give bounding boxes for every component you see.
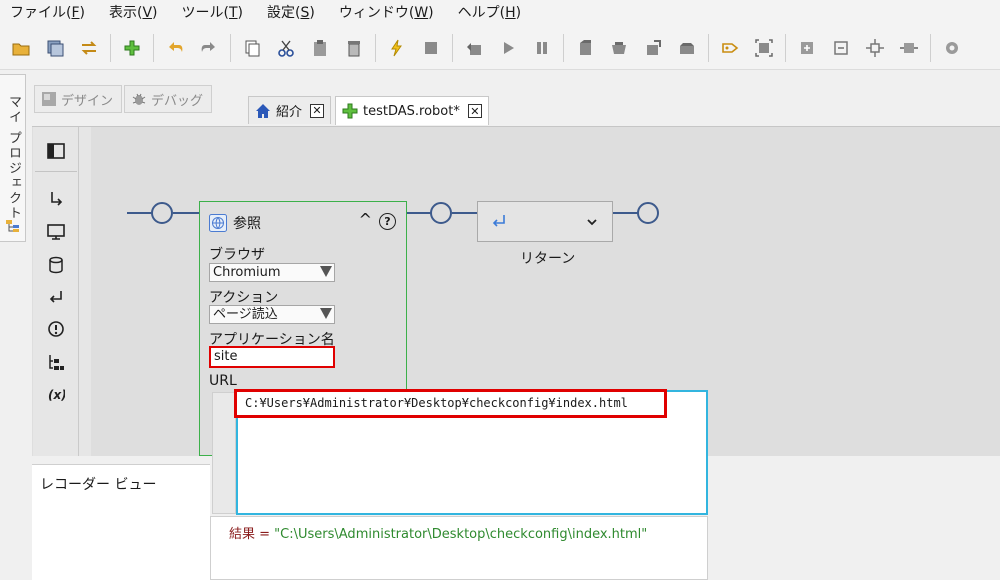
- svg-text:(x): (x): [48, 388, 65, 402]
- menu-tools[interactable]: ツール(T): [170, 0, 256, 26]
- return-step-box[interactable]: [477, 201, 613, 242]
- step-d-icon[interactable]: [672, 33, 702, 63]
- tab-debug[interactable]: デバッグ: [124, 85, 213, 113]
- delete-icon[interactable]: [339, 33, 369, 63]
- result-label: 結果 =: [229, 527, 275, 542]
- database-icon[interactable]: [43, 253, 69, 277]
- close-icon[interactable]: ✕: [467, 104, 482, 118]
- menu-settings[interactable]: 設定(S): [255, 0, 327, 26]
- flow-connector: [173, 212, 200, 214]
- return-step-label: リターン: [520, 251, 576, 267]
- flow-connector: [452, 212, 478, 214]
- stop-icon[interactable]: [416, 33, 446, 63]
- step-into-icon[interactable]: [43, 187, 69, 211]
- redo-icon[interactable]: [194, 33, 224, 63]
- help-icon[interactable]: ?: [379, 213, 396, 230]
- step-title: 参照: [233, 216, 261, 232]
- flow-start-node[interactable]: [151, 202, 173, 224]
- tab-robot[interactable]: testDAS.robot* ✕: [335, 96, 489, 125]
- bug-icon: [132, 93, 146, 105]
- action-select[interactable]: ページ読込: [209, 305, 335, 324]
- result-text: 結果 = "C:\Users\Administrator\Desktop\che…: [229, 523, 647, 542]
- cut-icon[interactable]: [271, 33, 301, 63]
- step-header: 参照: [209, 213, 261, 233]
- undo-icon[interactable]: [160, 33, 190, 63]
- add-node-icon[interactable]: [792, 33, 822, 63]
- project-tree-icon: [6, 220, 19, 232]
- recorder-view-tab[interactable]: レコーダー ビュー: [40, 474, 156, 494]
- my-project-tab[interactable]: マイ プロジェクト: [0, 74, 26, 242]
- tab-design[interactable]: デザイン: [34, 85, 123, 113]
- close-icon[interactable]: ✕: [310, 103, 325, 118]
- flow-connector: [406, 212, 432, 214]
- settings-icon[interactable]: [937, 33, 967, 63]
- panel-toggle-icon[interactable]: [43, 139, 69, 163]
- result-value: "C:\Users\Administrator\Desktop\checkcon…: [274, 527, 648, 542]
- dropdown-arrow-icon: [320, 266, 332, 277]
- play-icon[interactable]: [493, 33, 523, 63]
- step-c-icon[interactable]: [638, 33, 668, 63]
- action-select-value: ページ読込: [213, 307, 278, 322]
- flow-connector: [127, 212, 153, 214]
- frame-icon[interactable]: [749, 33, 779, 63]
- dropdown-arrow-icon: [320, 308, 332, 319]
- step-b-icon[interactable]: [604, 33, 634, 63]
- tab-design-label: デザイン: [61, 93, 114, 109]
- error-icon[interactable]: [43, 317, 69, 341]
- home-icon: [256, 103, 270, 118]
- robot-icon: [342, 103, 358, 119]
- remove-node-icon[interactable]: [826, 33, 856, 63]
- toolbar: [0, 26, 1000, 70]
- action-label: アクション: [209, 290, 279, 306]
- return-icon: [492, 215, 505, 227]
- globe-icon: [209, 214, 227, 232]
- fit-icon[interactable]: [894, 33, 924, 63]
- step-palette: (x): [33, 127, 79, 456]
- url-editor-gutter: [212, 392, 236, 514]
- browser-select-value: Chromium: [213, 265, 281, 280]
- menu-window[interactable]: ウィンドウ(W): [327, 0, 446, 26]
- browser-label: ブラウザ: [209, 247, 265, 263]
- chevron-up-icon[interactable]: ^: [359, 210, 372, 229]
- pause-icon[interactable]: [527, 33, 557, 63]
- menu-help[interactable]: ヘルプ(H): [446, 0, 533, 26]
- monitor-icon[interactable]: [43, 220, 69, 244]
- url-label: URL: [209, 373, 237, 389]
- my-project-tab-label: マイ プロジェクト: [6, 95, 21, 222]
- editor-tabs: 紹介 ✕ testDAS.robot* ✕: [248, 96, 493, 125]
- return-icon[interactable]: [43, 285, 69, 309]
- tab-robot-label: testDAS.robot*: [363, 103, 460, 119]
- step-a-icon[interactable]: [570, 33, 600, 63]
- flow-end-node[interactable]: [637, 202, 659, 224]
- menu-bar: ファイル(F) 表示(V) ツール(T) 設定(S) ウィンドウ(W) ヘルプ(…: [0, 0, 1000, 26]
- open-folder-icon[interactable]: [6, 33, 36, 63]
- tree-icon[interactable]: [43, 350, 69, 374]
- design-icon: [42, 92, 56, 106]
- copy-icon[interactable]: [237, 33, 267, 63]
- step-back-icon[interactable]: [459, 33, 489, 63]
- chevron-down-icon[interactable]: [586, 216, 598, 228]
- save-all-icon[interactable]: [40, 33, 70, 63]
- tab-debug-label: デバッグ: [151, 93, 204, 109]
- menu-file[interactable]: ファイル(F): [0, 0, 97, 26]
- focus-icon[interactable]: [860, 33, 890, 63]
- result-panel: 結果 = "C:\Users\Administrator\Desktop\che…: [210, 516, 708, 580]
- app-name-input[interactable]: site: [209, 346, 335, 368]
- lightning-icon[interactable]: [382, 33, 412, 63]
- add-robot-icon[interactable]: [117, 33, 147, 63]
- palette-rail: [79, 127, 91, 456]
- variable-icon[interactable]: (x): [43, 382, 69, 406]
- swap-icon[interactable]: [74, 33, 104, 63]
- browser-select[interactable]: Chromium: [209, 263, 335, 282]
- url-value-input[interactable]: C:¥Users¥Administrator¥Desktop¥checkconf…: [234, 389, 667, 418]
- flow-node[interactable]: [430, 202, 452, 224]
- flow-connector: [613, 212, 639, 214]
- mode-tabs: デザイン デバッグ: [34, 85, 214, 113]
- tab-intro[interactable]: 紹介 ✕: [248, 96, 332, 124]
- menu-view[interactable]: 表示(V): [97, 0, 170, 26]
- tag-icon[interactable]: [715, 33, 745, 63]
- tab-intro-label: 紹介: [276, 105, 303, 120]
- paste-icon[interactable]: [305, 33, 335, 63]
